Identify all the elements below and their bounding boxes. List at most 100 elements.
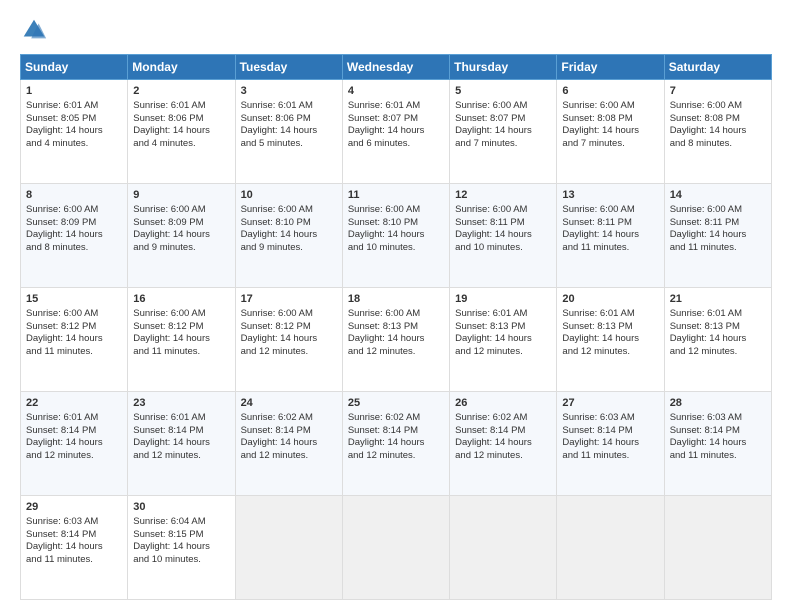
day-info-line: Sunrise: 6:03 AM xyxy=(26,516,122,529)
day-info-line: Sunrise: 6:01 AM xyxy=(241,100,337,113)
day-number: 8 xyxy=(26,188,122,203)
calendar-cell: 28Sunrise: 6:03 AMSunset: 8:14 PMDayligh… xyxy=(664,392,771,496)
day-info-line: Daylight: 14 hours xyxy=(670,333,766,346)
calendar-cell: 2Sunrise: 6:01 AMSunset: 8:06 PMDaylight… xyxy=(128,80,235,184)
day-number: 23 xyxy=(133,396,229,411)
day-info-line: Daylight: 14 hours xyxy=(562,125,658,138)
day-info-line: Sunrise: 6:02 AM xyxy=(241,412,337,425)
day-number: 15 xyxy=(26,292,122,307)
week-row-1: 1Sunrise: 6:01 AMSunset: 8:05 PMDaylight… xyxy=(21,80,772,184)
day-info-line: Sunset: 8:06 PM xyxy=(133,113,229,126)
day-info-line: and 8 minutes. xyxy=(670,138,766,151)
day-number: 22 xyxy=(26,396,122,411)
day-info-line: and 10 minutes. xyxy=(348,242,444,255)
day-info-line: Sunset: 8:14 PM xyxy=(133,425,229,438)
day-info-line: and 12 minutes. xyxy=(241,450,337,463)
day-info-line: and 7 minutes. xyxy=(562,138,658,151)
calendar-cell: 20Sunrise: 6:01 AMSunset: 8:13 PMDayligh… xyxy=(557,288,664,392)
day-info-line: Daylight: 14 hours xyxy=(241,437,337,450)
day-info-line: Sunset: 8:14 PM xyxy=(455,425,551,438)
page: SundayMondayTuesdayWednesdayThursdayFrid… xyxy=(0,0,792,612)
day-info-line: Sunrise: 6:01 AM xyxy=(670,308,766,321)
day-number: 6 xyxy=(562,84,658,99)
day-info-line: Sunrise: 6:02 AM xyxy=(348,412,444,425)
day-info-line: and 12 minutes. xyxy=(670,346,766,359)
day-info-line: Daylight: 14 hours xyxy=(241,229,337,242)
day-info-line: Daylight: 14 hours xyxy=(133,125,229,138)
day-info-line: Sunrise: 6:01 AM xyxy=(455,308,551,321)
day-info-line: and 11 minutes. xyxy=(670,450,766,463)
day-info-line: Sunset: 8:07 PM xyxy=(348,113,444,126)
day-info-line: and 10 minutes. xyxy=(133,554,229,567)
week-row-4: 22Sunrise: 6:01 AMSunset: 8:14 PMDayligh… xyxy=(21,392,772,496)
day-info-line: and 12 minutes. xyxy=(241,346,337,359)
weekday-sunday: Sunday xyxy=(21,55,128,80)
weekday-header-row: SundayMondayTuesdayWednesdayThursdayFrid… xyxy=(21,55,772,80)
day-info-line: Sunset: 8:13 PM xyxy=(670,321,766,334)
weekday-friday: Friday xyxy=(557,55,664,80)
day-number: 19 xyxy=(455,292,551,307)
day-number: 16 xyxy=(133,292,229,307)
calendar-cell: 18Sunrise: 6:00 AMSunset: 8:13 PMDayligh… xyxy=(342,288,449,392)
day-info-line: and 11 minutes. xyxy=(562,242,658,255)
day-info-line: Sunrise: 6:01 AM xyxy=(562,308,658,321)
day-number: 21 xyxy=(670,292,766,307)
day-info-line: Daylight: 14 hours xyxy=(133,333,229,346)
day-info-line: and 12 minutes. xyxy=(348,450,444,463)
day-info-line: Daylight: 14 hours xyxy=(455,437,551,450)
day-info-line: Sunset: 8:08 PM xyxy=(562,113,658,126)
day-info-line: Sunset: 8:14 PM xyxy=(26,529,122,542)
day-info-line: Sunset: 8:06 PM xyxy=(241,113,337,126)
day-info-line: Sunset: 8:12 PM xyxy=(26,321,122,334)
day-info-line: and 6 minutes. xyxy=(348,138,444,151)
day-number: 20 xyxy=(562,292,658,307)
day-info-line: Sunset: 8:14 PM xyxy=(26,425,122,438)
day-info-line: Sunrise: 6:01 AM xyxy=(133,412,229,425)
day-info-line: Sunset: 8:13 PM xyxy=(455,321,551,334)
day-info-line: Sunrise: 6:00 AM xyxy=(455,100,551,113)
day-info-line: Daylight: 14 hours xyxy=(348,229,444,242)
day-info-line: Daylight: 14 hours xyxy=(455,229,551,242)
day-info-line: and 12 minutes. xyxy=(455,346,551,359)
day-info-line: and 12 minutes. xyxy=(455,450,551,463)
day-info-line: Daylight: 14 hours xyxy=(348,437,444,450)
day-info-line: and 10 minutes. xyxy=(455,242,551,255)
logo xyxy=(20,16,52,44)
calendar-cell: 7Sunrise: 6:00 AMSunset: 8:08 PMDaylight… xyxy=(664,80,771,184)
day-info-line: Daylight: 14 hours xyxy=(455,125,551,138)
day-info-line: Sunrise: 6:00 AM xyxy=(241,308,337,321)
day-number: 26 xyxy=(455,396,551,411)
day-number: 10 xyxy=(241,188,337,203)
week-row-3: 15Sunrise: 6:00 AMSunset: 8:12 PMDayligh… xyxy=(21,288,772,392)
day-info-line: Sunrise: 6:00 AM xyxy=(562,204,658,217)
day-number: 4 xyxy=(348,84,444,99)
day-info-line: Sunrise: 6:03 AM xyxy=(670,412,766,425)
weekday-thursday: Thursday xyxy=(450,55,557,80)
day-info-line: Daylight: 14 hours xyxy=(670,229,766,242)
calendar-cell xyxy=(664,496,771,600)
day-number: 3 xyxy=(241,84,337,99)
day-info-line: Daylight: 14 hours xyxy=(26,229,122,242)
day-info-line: Sunrise: 6:04 AM xyxy=(133,516,229,529)
day-info-line: Daylight: 14 hours xyxy=(670,125,766,138)
day-info-line: Sunrise: 6:00 AM xyxy=(348,308,444,321)
day-info-line: Sunset: 8:05 PM xyxy=(26,113,122,126)
calendar-cell: 16Sunrise: 6:00 AMSunset: 8:12 PMDayligh… xyxy=(128,288,235,392)
week-row-2: 8Sunrise: 6:00 AMSunset: 8:09 PMDaylight… xyxy=(21,184,772,288)
day-info-line: Sunrise: 6:03 AM xyxy=(562,412,658,425)
calendar-cell: 23Sunrise: 6:01 AMSunset: 8:14 PMDayligh… xyxy=(128,392,235,496)
day-info-line: Daylight: 14 hours xyxy=(670,437,766,450)
day-info-line: and 9 minutes. xyxy=(133,242,229,255)
day-number: 28 xyxy=(670,396,766,411)
day-info-line: Sunset: 8:14 PM xyxy=(348,425,444,438)
day-info-line: Sunset: 8:15 PM xyxy=(133,529,229,542)
day-info-line: Sunset: 8:09 PM xyxy=(26,217,122,230)
day-info-line: Daylight: 14 hours xyxy=(241,125,337,138)
day-info-line: Daylight: 14 hours xyxy=(241,333,337,346)
day-info-line: Daylight: 14 hours xyxy=(133,541,229,554)
calendar-cell: 17Sunrise: 6:00 AMSunset: 8:12 PMDayligh… xyxy=(235,288,342,392)
day-info-line: Daylight: 14 hours xyxy=(26,125,122,138)
day-info-line: Sunset: 8:11 PM xyxy=(455,217,551,230)
day-info-line: Sunset: 8:12 PM xyxy=(133,321,229,334)
day-info-line: and 12 minutes. xyxy=(562,346,658,359)
